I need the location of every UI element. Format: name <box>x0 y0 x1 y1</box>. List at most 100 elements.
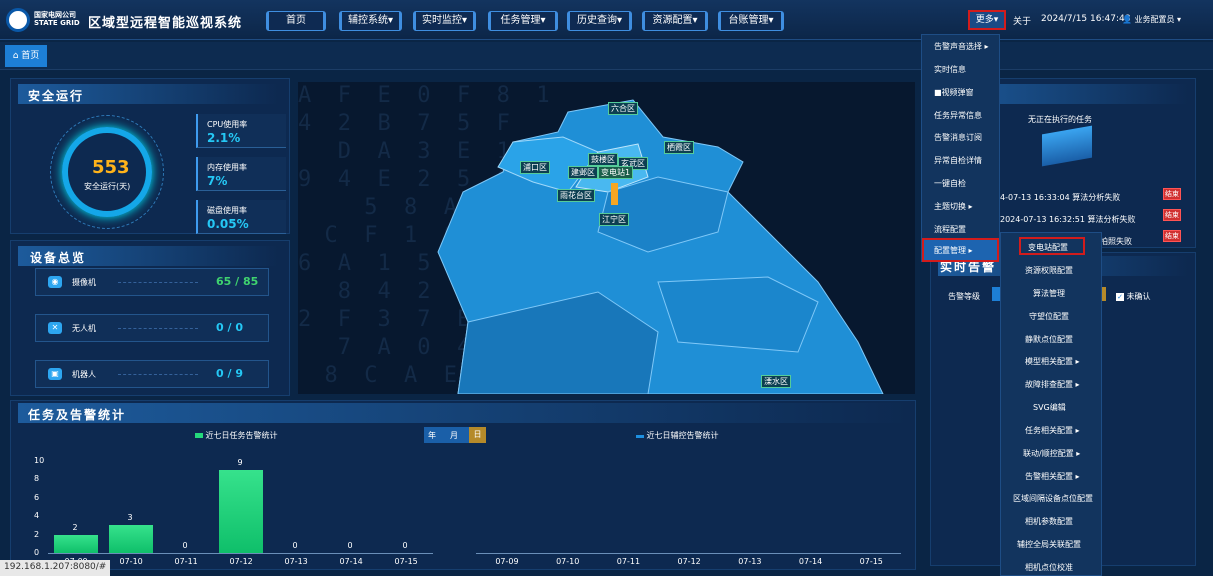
nav-resource-config[interactable]: 资源配置▾ <box>642 11 708 31</box>
x-tick: 07-09 <box>495 557 519 566</box>
more-menu-button[interactable]: 更多▾ <box>968 10 1006 30</box>
more-dropdown-menu: 告警声音选择 ▸ 实时信息 ■视频弹窗 任务异常信息 告警消息订阅 异常自检详情… <box>921 34 1000 262</box>
menu-theme-switch[interactable]: 主题切换 ▸ <box>934 201 973 212</box>
bar-value-label: 9 <box>237 458 243 468</box>
no-task-text: 无正在执行的任务 <box>1028 115 1092 124</box>
submenu-linkage-config[interactable]: 联动/顺控配置 ▸ <box>1023 448 1080 459</box>
bar-value-label: 0 <box>182 541 188 550</box>
x-tick: 07-15 <box>859 557 883 566</box>
map-shape <box>437 99 884 394</box>
task-record-1: 4-07-13 16:33:04 算法分析失败 <box>1000 193 1121 202</box>
x-tick: 07-10 <box>556 557 580 566</box>
status-url: 192.168.1.207:8080/# <box>0 560 111 576</box>
map-label-substation[interactable]: 变电站1 <box>598 166 634 179</box>
submenu-fault-config[interactable]: 故障排查配置 ▸ <box>1025 379 1080 390</box>
bar-value-label: 3 <box>127 513 133 523</box>
current-datetime: 2024/7/15 16:47:48 <box>1041 14 1131 24</box>
x-tick: 07-13 <box>284 557 308 566</box>
device-robot[interactable]: ▣ 机器人 0 / 9 <box>35 360 269 388</box>
nav-history-query[interactable]: 历史查询▾ <box>567 11 632 31</box>
config-submenu: 变电站配置 资源权限配置 算法管理 守望位配置 静默点位配置 模型相关配置 ▸ … <box>1000 232 1102 576</box>
submenu-resource-permission[interactable]: 资源权限配置 <box>1025 265 1073 276</box>
submenu-substation-config[interactable]: 变电站配置 <box>1019 237 1085 255</box>
task-record-3-end-button[interactable]: 结束 <box>1163 230 1181 242</box>
breadcrumb-home[interactable]: ⌂ 首页 <box>5 45 47 67</box>
task-record-2-end-button[interactable]: 结束 <box>1163 209 1181 221</box>
submenu-camera-calibration[interactable]: 相机点位校准 <box>1025 562 1073 573</box>
submenu-task-config[interactable]: 任务相关配置 ▸ <box>1025 425 1080 436</box>
period-day-button[interactable]: 日 <box>469 427 486 443</box>
bar[interactable] <box>53 534 98 553</box>
submenu-camera-param[interactable]: 相机参数配置 <box>1025 516 1073 527</box>
submenu-svg-edit[interactable]: SVG编辑 <box>1033 402 1066 413</box>
nav-home[interactable]: 首页 <box>266 11 326 31</box>
menu-self-check-detail[interactable]: 异常自检详情 <box>934 155 982 166</box>
map-label-pukou: 浦口区 <box>520 161 550 174</box>
device-camera[interactable]: ◉ 摄像机 65 / 85 <box>35 268 269 296</box>
menu-config-management[interactable]: 配置管理 ▸ <box>922 238 999 262</box>
period-year-button[interactable]: 年 <box>428 430 436 441</box>
submenu-silent-point[interactable]: 静默点位配置 <box>1025 334 1073 345</box>
submenu-algorithm[interactable]: 算法管理 <box>1033 288 1065 299</box>
nav-aux-system[interactable]: 辅控系统▾ <box>339 11 402 31</box>
org-name: 国家电网公司 STATE GRID <box>34 11 80 27</box>
cpu-usage: CPU使用率 2.1% <box>196 114 286 148</box>
camera-icon: ◉ <box>48 276 62 288</box>
menu-task-exception[interactable]: 任务异常信息 <box>934 110 982 121</box>
menu-one-click-check[interactable]: 一键自检 <box>934 178 966 189</box>
bar[interactable] <box>218 470 263 553</box>
menu-alarm-subscribe[interactable]: 告警消息订阅 <box>934 132 982 143</box>
submenu-area-point-config[interactable]: 区域间隔设备点位配置 <box>1013 493 1093 504</box>
device-drone[interactable]: ✕ 无人机 0 / 0 <box>35 314 269 342</box>
map-label-lishui: 溧水区 <box>761 375 791 388</box>
bar-value-label: 0 <box>292 541 298 550</box>
x-axis <box>476 553 901 554</box>
menu-process-config[interactable]: 流程配置 <box>934 224 966 235</box>
map-label-gulou: 鼓楼区 <box>588 153 618 166</box>
safety-days-value: 553 <box>92 157 130 178</box>
submenu-watch-position[interactable]: 守望位配置 <box>1029 311 1069 322</box>
about-link[interactable]: 关于 <box>1013 14 1031 27</box>
x-tick: 07-12 <box>229 557 253 566</box>
user-menu[interactable]: 👤 业务配置员 ▾ <box>1122 14 1181 25</box>
task-record-3: 拍照失败 <box>1100 237 1132 246</box>
menu-realtime-info[interactable]: 实时信息 <box>934 64 966 75</box>
menu-video-popup[interactable]: ■视频弹窗 <box>934 87 974 98</box>
top-bar: 国家电网公司 STATE GRID 区域型远程智能巡视系统 首页 辅控系统▾ 实时… <box>0 0 1213 40</box>
map-label-jianye: 建邺区 <box>568 166 598 179</box>
device-title: 设备总览 <box>30 251 87 265</box>
nav-realtime-monitor[interactable]: 实时监控▾ <box>413 11 476 31</box>
alarm-level-label: 告警等级 <box>948 292 980 301</box>
map-label-liuhe: 六合区 <box>608 102 638 115</box>
map-label-jiangning: 江宁区 <box>599 213 629 226</box>
x-tick: 07-15 <box>394 557 418 566</box>
menu-alarm-sound[interactable]: 告警声音选择 ▸ <box>934 41 989 52</box>
x-axis <box>48 553 433 554</box>
map-label-qixia: 栖霞区 <box>664 141 694 154</box>
submenu-aux-global-link[interactable]: 辅控全局关联配置 <box>1017 539 1081 550</box>
y-tick: 6 <box>34 492 40 502</box>
safety-title: 安全运行 <box>28 89 85 103</box>
bar[interactable] <box>108 525 153 553</box>
y-tick: 10 <box>34 456 45 465</box>
nav-task-management[interactable]: 任务管理▾ <box>488 11 558 31</box>
robot-icon: ▣ <box>48 368 62 380</box>
nav-ledger-management[interactable]: 台账管理▾ <box>718 11 784 31</box>
x-tick: 07-11 <box>174 557 198 566</box>
submenu-alarm-config[interactable]: 告警相关配置 ▸ <box>1025 471 1080 482</box>
x-tick: 07-10 <box>119 557 143 566</box>
task-record-1-end-button[interactable]: 结束 <box>1163 188 1181 200</box>
bar-value-label: 2 <box>72 522 78 532</box>
right-chart-legend: 近七日辅控告警统计 <box>636 430 719 441</box>
state-grid-logo-icon <box>6 8 30 32</box>
unconfirmed-checkbox[interactable]: ✓ 未确认 <box>1116 291 1151 302</box>
substation-marker[interactable] <box>611 183 618 205</box>
y-tick: 2 <box>34 529 40 539</box>
region-map[interactable]: A F E 0 F 8 1 4 2 B 7 5 F D A 3 E 1 9 4 … <box>298 82 915 394</box>
system-title: 区域型远程智能巡视系统 <box>88 16 243 31</box>
user-icon: 👤 <box>1122 15 1135 24</box>
submenu-model-config[interactable]: 模型相关配置 ▸ <box>1025 356 1080 367</box>
map-label-yuhuatai: 雨花台区 <box>557 189 595 202</box>
y-tick: 8 <box>34 474 40 484</box>
period-month-button[interactable]: 月 <box>450 430 458 441</box>
